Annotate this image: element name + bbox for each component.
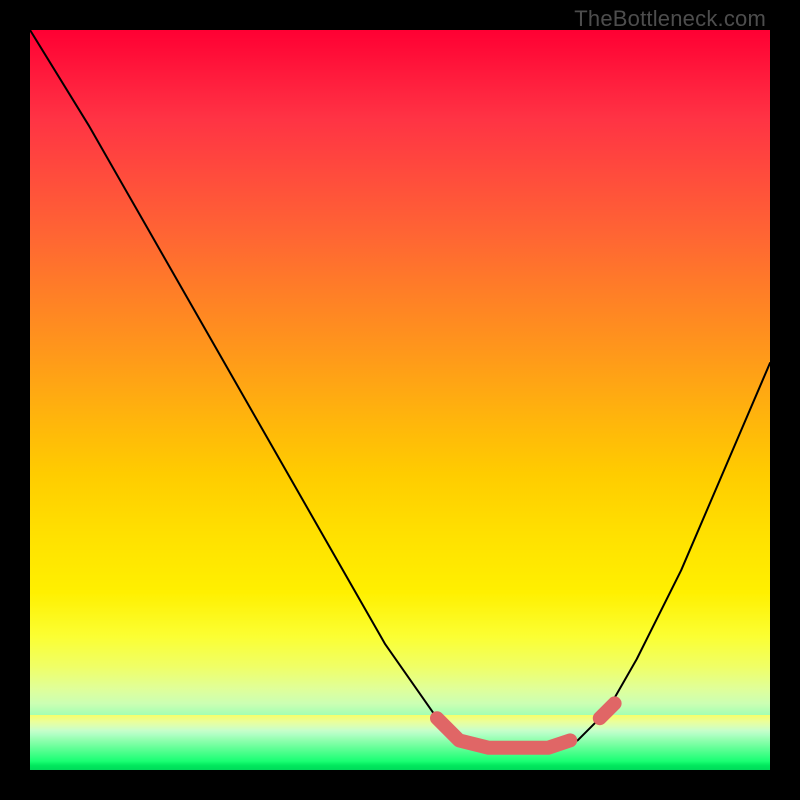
- main-curve: [30, 30, 770, 748]
- highlight-flat: [437, 718, 570, 748]
- watermark-text: TheBottleneck.com: [574, 6, 766, 32]
- curve-svg: [30, 30, 770, 770]
- chart-frame: TheBottleneck.com: [0, 0, 800, 800]
- highlight-right: [600, 703, 615, 718]
- plot-area: [30, 30, 770, 770]
